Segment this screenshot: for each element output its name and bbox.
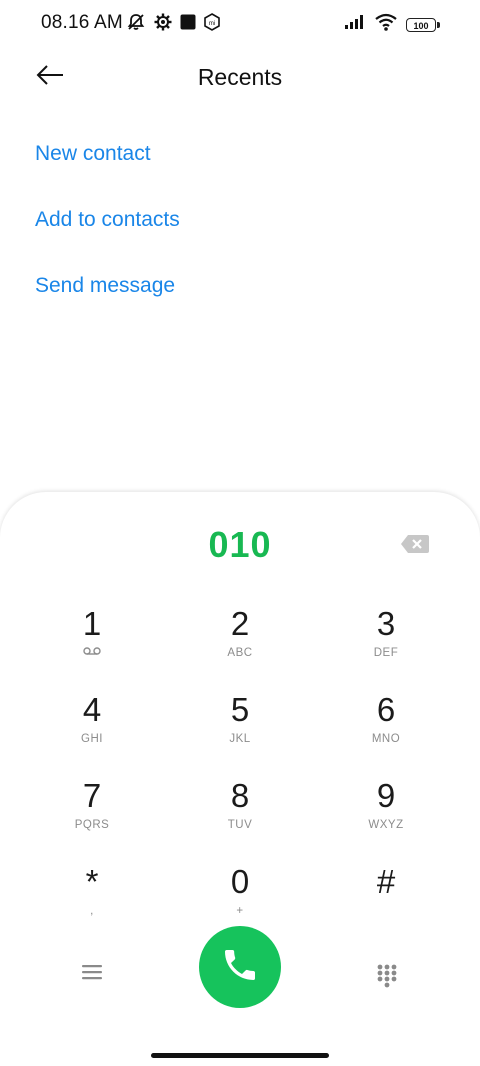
- battery-icon: 100: [406, 17, 440, 32]
- key-digit: 0: [230, 863, 250, 900]
- phone-icon: [220, 945, 260, 990]
- backspace-button[interactable]: [400, 533, 434, 557]
- key-1[interactable]: 1: [32, 606, 152, 676]
- key-digit: 2: [230, 605, 250, 642]
- wifi-icon: [375, 13, 397, 36]
- mute-vibrate-icon: [126, 12, 146, 37]
- signal-icon: [344, 14, 366, 35]
- voicemail-icon: [32, 646, 152, 660]
- key-digit: *: [85, 863, 99, 900]
- key-digit: #: [376, 863, 396, 900]
- key-5[interactable]: 5 JKL: [180, 692, 300, 762]
- settings-gear-icon: [154, 13, 172, 36]
- key-letters: PQRS: [74, 819, 110, 831]
- square-app-icon: [180, 14, 196, 35]
- key-digit: 4: [82, 691, 102, 728]
- key-8[interactable]: 8 TUV: [180, 778, 300, 848]
- key-digit: 1: [82, 605, 102, 642]
- key-hash[interactable]: #: [326, 864, 446, 934]
- key-digit: 9: [376, 777, 396, 814]
- key-3[interactable]: 3 DEF: [326, 606, 446, 676]
- key-digit: 7: [82, 777, 102, 814]
- key-digit: 6: [376, 691, 396, 728]
- key-0[interactable]: 0 +: [180, 864, 300, 934]
- key-letters: GHI: [81, 733, 103, 745]
- add-to-contacts-link[interactable]: Add to contacts: [35, 208, 180, 232]
- backspace-icon: [400, 535, 430, 559]
- key-letters: DEF: [373, 647, 399, 659]
- key-digit: 8: [230, 777, 250, 814]
- page-title: Recents: [197, 64, 283, 90]
- svg-text:mi: mi: [209, 21, 215, 27]
- key-letters: JKL: [229, 733, 251, 745]
- dialpad-icon: [375, 964, 399, 993]
- menu-button[interactable]: [80, 962, 106, 988]
- key-digit: 5: [230, 691, 250, 728]
- key-4[interactable]: 4 GHI: [32, 692, 152, 762]
- key-letters: WXYZ: [368, 819, 404, 831]
- key-letters: MNO: [371, 733, 401, 745]
- status-time: 08.16 AM: [41, 12, 123, 33]
- send-message-link[interactable]: Send message: [35, 274, 175, 298]
- key-digit: 3: [376, 605, 396, 642]
- key-letters: ,: [90, 905, 94, 917]
- key-letters: TUV: [227, 819, 253, 831]
- key-letters: ABC: [227, 647, 253, 659]
- key-7[interactable]: 7 PQRS: [32, 778, 152, 848]
- key-6[interactable]: 6 MNO: [326, 692, 446, 762]
- key-9[interactable]: 9 WXYZ: [326, 778, 446, 848]
- call-button[interactable]: [199, 926, 281, 1008]
- menu-icon: [80, 965, 104, 986]
- key-star[interactable]: * ,: [32, 864, 152, 934]
- new-contact-link[interactable]: New contact: [35, 142, 151, 166]
- home-indicator[interactable]: [151, 1053, 329, 1058]
- status-bar: 08.16 AM mi 100: [0, 0, 480, 48]
- key-2[interactable]: 2 ABC: [180, 606, 300, 676]
- dialpad-toggle-button[interactable]: [375, 963, 401, 989]
- key-letters: +: [236, 905, 244, 917]
- mi-icon: mi: [204, 13, 220, 36]
